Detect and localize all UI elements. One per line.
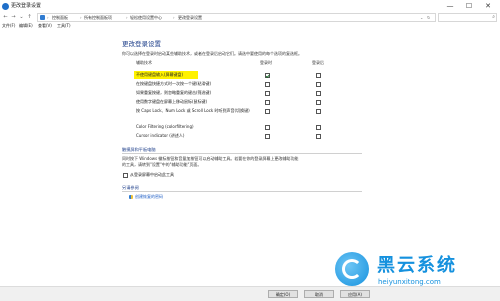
address-bar[interactable]: › 控制面板 › 所有控制面板项 › 轻松使用设置中心 › 更改登录设置 ⌄ ↻ (37, 13, 436, 22)
checkbox-mouse-keys-after-logon[interactable] (316, 100, 321, 105)
touch-checkbox-label: 从登录屏幕中启动此工具 (130, 172, 174, 177)
checkbox-filter-keys-at-logon[interactable] (265, 91, 270, 96)
option-label-mouse-keys: 使用数字键盘在屏幕上移动鼠标(鼠标键) (136, 99, 208, 104)
checkbox-cursor-indicator-after-logon[interactable] (316, 134, 321, 139)
checkbox-color-filtering-at-logon[interactable] (265, 125, 270, 130)
refresh-icon[interactable]: ↻ (427, 14, 430, 21)
menu-bar: 文件(F) 编辑(E) 查看(V) 工具(T) (0, 22, 500, 30)
breadcrumb-separator-icon: › (80, 15, 82, 20)
menu-edit[interactable]: 编辑(E) (19, 22, 33, 30)
checkbox-onscreen-keyboard-at-logon[interactable] (265, 73, 270, 78)
section-divider (122, 153, 362, 154)
maximize-button[interactable]: ☐ (462, 0, 476, 12)
recent-locations-button[interactable]: ⌄ (18, 13, 25, 21)
breadcrumb-control-panel[interactable]: 控制面板 (52, 14, 68, 21)
option-label-cursor-indicator: Cursor indicator (讲述人) (136, 133, 185, 138)
up-button[interactable]: ↑ (26, 13, 33, 21)
control-panel-window: 更改登录设置 — ☐ ✕ ← → ⌄ ↑ › 控制面板 › 所有控制面板项 › … (0, 0, 500, 301)
window-title: 更改登录设置 (11, 3, 42, 9)
page-description: 你可以选择在登录时启动某些辅助技术，或者在登录后启动它们。请选中要使用的每个选项… (122, 51, 302, 56)
column-header-at-logon: 登录时 (260, 60, 272, 65)
title-bar: 更改登录设置 — ☐ ✕ (0, 0, 500, 13)
ok-button[interactable]: 确定(O) (268, 290, 298, 298)
option-label-color-filtering: Color Filtering (colorfiltering) (136, 124, 194, 129)
menu-file[interactable]: 文件(F) (2, 22, 15, 30)
checkbox-sticky-keys-at-logon[interactable] (265, 82, 270, 87)
back-button[interactable]: ← (2, 13, 9, 21)
search-input[interactable]: ⌕ (438, 13, 497, 22)
option-label-toggle-keys: 按 Caps Lock、Num Lock 或 Scroll Lock 时听到声音… (136, 108, 250, 113)
breadcrumb-separator-icon: › (47, 15, 49, 20)
touch-section-text-line1: 同时按下 Windows 徽标按钮和音量加按钮可以启动辅助工具。若要在你的登录屏… (122, 156, 299, 161)
breadcrumb-separator-icon: › (126, 15, 128, 20)
control-panel-small-icon (40, 15, 45, 20)
checkbox-sticky-keys-after-logon[interactable] (316, 82, 321, 87)
column-header-tech: 辅助技术 (136, 60, 152, 65)
watermark-swirl-icon (342, 259, 362, 279)
chevron-down-icon[interactable]: ⌄ (420, 14, 423, 21)
cancel-button[interactable]: 取消 (304, 290, 334, 298)
control-panel-icon (2, 3, 9, 10)
option-label-sticky-keys: 在按键盘快捷方式时一次按一个键(粘滞键) (136, 81, 212, 86)
close-button[interactable]: ✕ (481, 0, 495, 12)
column-header-after-logon: 登录后 (312, 60, 324, 65)
touch-section-text-line2: 的工具，请转到"设置"中的"辅助功能"页面。 (122, 162, 202, 167)
watermark-url: heiyunxitong.com (378, 278, 441, 286)
checkbox-start-from-logon-screen[interactable] (123, 173, 128, 178)
checkbox-toggle-keys-after-logon[interactable] (316, 109, 321, 114)
shield-icon (129, 195, 133, 199)
navigation-row: ← → ⌄ ↑ › 控制面板 › 所有控制面板项 › 轻松使用设置中心 › 更改… (0, 13, 500, 22)
breadcrumb-all-items[interactable]: 所有控制面板项 (84, 14, 112, 21)
page-title: 更改登录设置 (122, 40, 161, 48)
checkbox-onscreen-keyboard-after-logon[interactable] (316, 73, 321, 78)
menu-tools[interactable]: 工具(T) (57, 22, 71, 30)
option-label-onscreen-keyboard: 不使用键盘输入(屏幕键盘) (136, 72, 184, 77)
section-divider (122, 191, 362, 192)
checkbox-toggle-keys-at-logon[interactable] (265, 109, 270, 114)
menu-view[interactable]: 查看(V) (38, 22, 52, 30)
dialog-footer: 确定(O) 取消 应用(A) (0, 286, 500, 301)
checkbox-cursor-indicator-at-logon[interactable] (265, 134, 270, 139)
checkbox-color-filtering-after-logon[interactable] (316, 125, 321, 130)
breadcrumb-current-page[interactable]: 更改登录设置 (178, 14, 202, 21)
create-password-link[interactable]: 创建恢复的密码 (135, 194, 163, 200)
minimize-button[interactable]: — (443, 0, 457, 12)
checkbox-mouse-keys-at-logon[interactable] (265, 100, 270, 105)
search-icon: ⌕ (492, 14, 495, 20)
breadcrumb-ease-of-access[interactable]: 轻松使用设置中心 (130, 14, 162, 21)
option-label-filter-keys: 如果重复按键，则忽略重复的键击(筛选键) (136, 90, 212, 95)
checkbox-filter-keys-after-logon[interactable] (316, 91, 321, 96)
apply-button[interactable]: 应用(A) (340, 290, 370, 298)
breadcrumb-separator-icon: › (173, 15, 175, 20)
forward-button[interactable]: → (10, 13, 17, 21)
watermark-text: 黑云系统 (377, 255, 457, 276)
